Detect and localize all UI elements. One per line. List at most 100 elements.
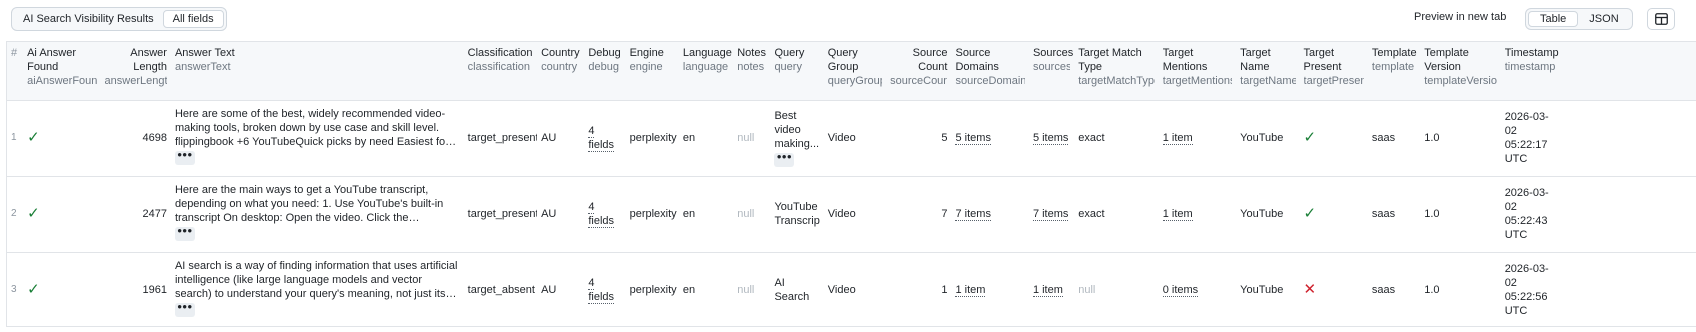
classification-cell: target_absent bbox=[467, 284, 535, 296]
col-key: language bbox=[682, 61, 729, 73]
toolbar: AI Search Visibility Results All fields … bbox=[0, 0, 1696, 40]
col-key: country bbox=[541, 61, 578, 73]
debug-cell[interactable]: 4 fields bbox=[584, 176, 625, 252]
target-mentions-cell[interactable]: 0 items bbox=[1159, 252, 1236, 326]
sources-cell[interactable]: 5 items bbox=[1029, 100, 1074, 176]
results-table: # Ai Answer Found aiAnswerFound Answer Le… bbox=[7, 42, 1696, 326]
source-domains-cell[interactable]: 7 items bbox=[951, 176, 1028, 252]
col-title: Classification bbox=[467, 47, 533, 59]
col-header-source-domains[interactable]: Source Domains sourceDomains bbox=[951, 42, 1029, 101]
col-title: Sources bbox=[1032, 47, 1074, 59]
layout-panel-icon bbox=[1654, 13, 1668, 25]
col-header-target-name[interactable]: Target Name targetName bbox=[1236, 42, 1300, 101]
target-present-cell: ✓ bbox=[1300, 100, 1368, 176]
col-header-classification[interactable]: Classification classification bbox=[463, 42, 538, 101]
ellipsis-icon[interactable]: ••• bbox=[174, 224, 195, 241]
debug-fields-link[interactable]: 4 fields bbox=[588, 201, 615, 228]
col-header-template-version[interactable]: Template Version templateVersion bbox=[1420, 42, 1501, 101]
col-title: Country bbox=[541, 47, 580, 59]
col-header-language[interactable]: Language language bbox=[678, 42, 734, 101]
tab-all-fields[interactable]: All fields bbox=[162, 10, 224, 28]
target-mentions-link[interactable]: 1 item bbox=[1162, 132, 1193, 145]
target-mentions-cell[interactable]: 1 item bbox=[1159, 176, 1236, 252]
col-header-target-present[interactable]: Target Present targetPresent bbox=[1299, 42, 1368, 101]
col-header-sources[interactable]: Sources sources bbox=[1028, 42, 1075, 101]
sources-cell[interactable]: 7 items bbox=[1029, 176, 1074, 252]
table-row[interactable]: 1 ✓ 4698 Here are some of the best, wide… bbox=[7, 100, 1696, 176]
col-header-timestamp[interactable]: Timestamp timestamp bbox=[1500, 42, 1696, 101]
target-match-type-cell: null bbox=[1078, 284, 1096, 296]
results-table-container[interactable]: # Ai Answer Found aiAnswerFound Answer Le… bbox=[6, 41, 1696, 327]
target-mentions-link[interactable]: 0 items bbox=[1162, 284, 1199, 297]
check-icon: ✓ bbox=[27, 280, 40, 298]
target-mentions-cell[interactable]: 1 item bbox=[1159, 100, 1236, 176]
source-domains-cell[interactable]: 1 item bbox=[951, 252, 1028, 326]
col-header-target-mentions[interactable]: Target Mentions targetMentions bbox=[1158, 42, 1237, 101]
col-header-answer-text[interactable]: Answer Text answerText bbox=[170, 42, 464, 101]
col-header-engine[interactable]: Engine engine bbox=[625, 42, 679, 101]
language-cell: en bbox=[682, 132, 696, 144]
col-key: targetMentions bbox=[1162, 75, 1233, 87]
col-header-target-match-type[interactable]: Target Match Type targetMatchType bbox=[1074, 42, 1159, 101]
country-cell: AU bbox=[541, 132, 557, 144]
col-key: sources bbox=[1032, 61, 1071, 73]
debug-fields-link[interactable]: 4 fields bbox=[588, 277, 615, 304]
query-text: Best video making... bbox=[774, 110, 820, 150]
debug-cell[interactable]: 4 fields bbox=[584, 252, 625, 326]
query-cell: YouTube Transcript bbox=[770, 176, 823, 252]
col-key: templateVersion bbox=[1424, 75, 1497, 87]
col-header-country[interactable]: Country country bbox=[537, 42, 585, 101]
col-header-ai-answer-found[interactable]: Ai Answer Found aiAnswerFound bbox=[23, 42, 101, 101]
country-cell: AU bbox=[541, 284, 557, 296]
layout-panel-button[interactable] bbox=[1647, 8, 1675, 30]
engine-cell: perplexity bbox=[629, 284, 677, 296]
template-version-cell: 1.0 bbox=[1424, 208, 1440, 220]
country-cell: AU bbox=[541, 208, 557, 220]
target-name-cell: YouTube bbox=[1240, 208, 1284, 220]
tab-results-title[interactable]: AI Search Visibility Results bbox=[14, 10, 163, 28]
col-header-debug[interactable]: Debug debug bbox=[584, 42, 626, 101]
source-domains-link[interactable]: 5 items bbox=[955, 132, 991, 145]
source-domains-cell[interactable]: 5 items bbox=[951, 100, 1028, 176]
debug-cell[interactable]: 4 fields bbox=[584, 100, 625, 176]
table-row[interactable]: 3 ✓ 1961 AI search is a way of finding i… bbox=[7, 252, 1696, 326]
col-header-index[interactable]: # bbox=[7, 42, 24, 101]
col-header-query[interactable]: Query query bbox=[770, 42, 824, 101]
sources-cell[interactable]: 1 item bbox=[1029, 252, 1074, 326]
source-domains-link[interactable]: 1 item bbox=[955, 284, 986, 297]
col-header-answer-length[interactable]: Answer Length answerLength bbox=[100, 42, 171, 101]
view-json-button[interactable]: JSON bbox=[1578, 11, 1629, 27]
col-header-template[interactable]: Template template bbox=[1367, 42, 1421, 101]
view-table-button[interactable]: Table bbox=[1528, 11, 1579, 27]
col-title: Notes bbox=[737, 47, 766, 59]
notes-cell: null bbox=[737, 284, 755, 296]
sources-link[interactable]: 7 items bbox=[1032, 208, 1069, 221]
sources-link[interactable]: 5 items bbox=[1032, 132, 1069, 145]
col-header-notes[interactable]: Notes notes bbox=[733, 42, 771, 101]
ai-answer-found-cell: ✓ bbox=[23, 100, 100, 176]
ellipsis-icon[interactable]: ••• bbox=[774, 150, 795, 167]
col-title: Template Version bbox=[1424, 47, 1469, 73]
source-domains-link[interactable]: 7 items bbox=[955, 208, 991, 221]
check-icon: ✓ bbox=[27, 204, 40, 222]
debug-fields-link[interactable]: 4 fields bbox=[588, 125, 615, 152]
col-title: Answer Text bbox=[174, 47, 235, 59]
target-match-type-cell: exact bbox=[1078, 208, 1105, 220]
col-header-source-count[interactable]: Source Count sourceCount bbox=[886, 42, 952, 101]
ellipsis-icon[interactable]: ••• bbox=[174, 148, 195, 165]
query-cell: Best video making... ••• bbox=[770, 100, 823, 176]
table-row[interactable]: 2 ✓ 2477 Here are the main ways to get a… bbox=[7, 176, 1696, 252]
col-key: sourceCount bbox=[890, 75, 948, 87]
check-icon: ✓ bbox=[27, 128, 40, 146]
engine-cell: perplexity bbox=[629, 132, 677, 144]
target-mentions-link[interactable]: 1 item bbox=[1162, 208, 1193, 221]
preview-in-new-tab-link[interactable]: Preview in new tab bbox=[1414, 11, 1506, 23]
sources-link[interactable]: 1 item bbox=[1032, 284, 1063, 297]
target-present-cell: ✓ bbox=[1300, 176, 1368, 252]
timestamp-cell: 2026-03-02 05:22:43 UTC bbox=[1501, 176, 1696, 252]
answer-text-cell: AI search is a way of finding informatio… bbox=[171, 252, 464, 326]
col-header-query-group[interactable]: Query Group queryGroup bbox=[823, 42, 887, 101]
answer-text: Here are some of the best, widely recomm… bbox=[174, 107, 449, 148]
col-key: answerText bbox=[174, 61, 231, 73]
ellipsis-icon[interactable]: ••• bbox=[174, 300, 195, 317]
